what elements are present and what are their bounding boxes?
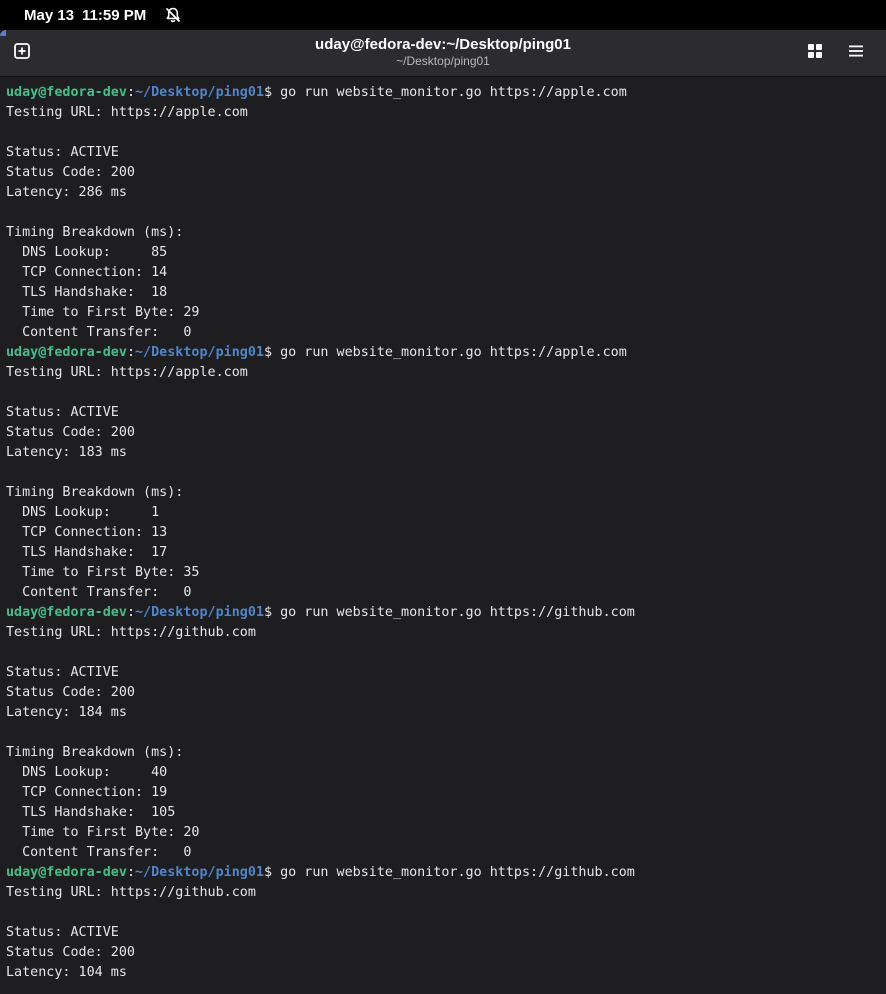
output-line: Status Code: 200 xyxy=(6,165,135,180)
prompt-user-host: uday@fedora-dev xyxy=(6,605,127,620)
bell-off-icon[interactable] xyxy=(164,6,182,24)
prompt-line: uday@fedora-dev:~/Desktop/ping01$ go run… xyxy=(6,863,882,883)
prompt-symbol: $ xyxy=(264,85,273,100)
prompt-path: ~/Desktop/ping01 xyxy=(135,345,264,360)
hamburger-menu-icon xyxy=(848,43,864,63)
command-text: go run website_monitor.go https://github… xyxy=(280,865,635,880)
prompt-path: ~/Desktop/ping01 xyxy=(135,85,264,100)
prompt-line: uday@fedora-dev:~/Desktop/ping01$ go run… xyxy=(6,603,882,623)
prompt-line: uday@fedora-dev:~/Desktop/ping01$ go run… xyxy=(6,343,882,363)
output-line: Status: ACTIVE xyxy=(6,665,119,680)
output-line: DNS Lookup: 85 xyxy=(6,245,168,260)
output-line: TCP Connection: 19 xyxy=(6,785,168,800)
main-menu-button[interactable] xyxy=(841,38,871,68)
prompt-path: ~/Desktop/ping01 xyxy=(135,865,264,880)
output-line: Content Transfer: 0 xyxy=(6,845,192,860)
output-line: Content Transfer: 0 xyxy=(6,585,192,600)
output-line: TLS Handshake: 105 xyxy=(6,805,176,820)
output-line: Status Code: 200 xyxy=(6,945,135,960)
output-line: Status Code: 200 xyxy=(6,425,135,440)
prompt-line: uday@fedora-dev:~/Desktop/ping01$ go run… xyxy=(6,83,882,103)
view-toggle-button[interactable] xyxy=(800,38,830,68)
output-line: Status: ACTIVE xyxy=(6,925,119,940)
prompt-user-host: uday@fedora-dev xyxy=(6,85,127,100)
output-line: TCP Connection: 14 xyxy=(6,265,168,280)
prompt-separator: : xyxy=(126,85,135,100)
output-line: Testing URL: https://github.com xyxy=(6,625,256,640)
command-text: go run website_monitor.go https://apple.… xyxy=(280,345,627,360)
output-line: Testing URL: https://github.com xyxy=(6,885,256,900)
command-text: go run website_monitor.go https://apple.… xyxy=(280,85,627,100)
system-top-bar: May 13 11:59 PM xyxy=(0,0,886,30)
system-date[interactable]: May 13 xyxy=(24,7,74,24)
output-line: Latency: 104 ms xyxy=(6,965,127,980)
output-line: Time to First Byte: 20 xyxy=(6,825,200,840)
system-clock[interactable]: 11:59 PM xyxy=(82,7,146,24)
output-line: Time to First Byte: 29 xyxy=(6,305,200,320)
output-line: DNS Lookup: 1 xyxy=(6,505,160,520)
output-line: TCP Connection: 13 xyxy=(6,525,168,540)
window-title-area: uday@fedora-dev:~/Desktop/ping01 ~/Deskt… xyxy=(0,35,886,69)
output-line: Timing Breakdown (ms): xyxy=(6,225,184,240)
output-line: TLS Handshake: 17 xyxy=(6,545,168,560)
output-line: Status: ACTIVE xyxy=(6,405,119,420)
output-line: Status: ACTIVE xyxy=(6,145,119,160)
window-header: uday@fedora-dev:~/Desktop/ping01 ~/Deskt… xyxy=(0,30,886,77)
output-line: Testing URL: https://apple.com xyxy=(6,105,248,120)
output-line: Latency: 184 ms xyxy=(6,705,127,720)
terminal-output[interactable]: uday@fedora-dev:~/Desktop/ping01$ go run… xyxy=(6,83,882,988)
output-line: TLS Handshake: 18 xyxy=(6,285,168,300)
prompt-user-host: uday@fedora-dev xyxy=(6,345,127,360)
prompt-separator: : xyxy=(126,865,135,880)
prompt-separator: : xyxy=(126,345,135,360)
output-line: Status Code: 200 xyxy=(6,685,135,700)
window-subtitle: ~/Desktop/ping01 xyxy=(396,54,490,68)
output-line: Time to First Byte: 35 xyxy=(6,565,200,580)
output-line: Testing URL: https://apple.com xyxy=(6,365,248,380)
output-line: Content Transfer: 0 xyxy=(6,325,192,340)
prompt-path: ~/Desktop/ping01 xyxy=(135,605,264,620)
prompt-separator: : xyxy=(126,605,135,620)
output-line: Timing Breakdown (ms): xyxy=(6,745,184,760)
prompt-symbol: $ xyxy=(264,345,273,360)
output-line: Timing Breakdown (ms): xyxy=(6,485,184,500)
output-line: DNS Lookup: 40 xyxy=(6,765,168,780)
output-line: Latency: 286 ms xyxy=(6,185,127,200)
output-line: Latency: 183 ms xyxy=(6,445,127,460)
prompt-symbol: $ xyxy=(264,865,273,880)
command-text: go run website_monitor.go https://github… xyxy=(280,605,635,620)
window-title: uday@fedora-dev:~/Desktop/ping01 xyxy=(315,36,571,53)
prompt-user-host: uday@fedora-dev xyxy=(6,865,127,880)
prompt-symbol: $ xyxy=(264,605,273,620)
grid-icon xyxy=(807,43,823,63)
